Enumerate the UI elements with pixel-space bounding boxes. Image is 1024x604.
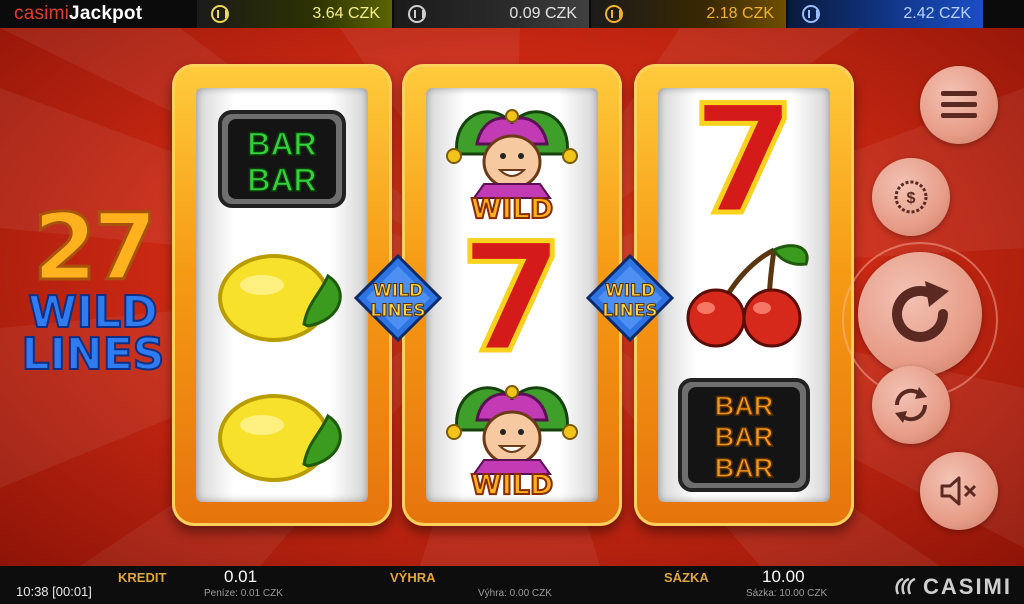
badge-lines-text: LINES xyxy=(370,301,425,321)
coin-icon xyxy=(211,5,229,23)
win-label: VÝHRA xyxy=(390,570,436,585)
bar-text: BAR xyxy=(715,453,774,483)
credit-value: 0.01 xyxy=(224,567,258,586)
reel-window: WILD 7 WILD xyxy=(426,88,598,502)
hamburger-icon xyxy=(941,91,977,118)
seven-text: 7 xyxy=(460,232,564,362)
sound-muted-icon xyxy=(940,476,977,506)
credit-sub: Peníze: 0.01 CZK xyxy=(204,588,283,599)
autoplay-button[interactable] xyxy=(872,366,950,444)
symbol-seven: 7 xyxy=(426,228,598,366)
badge-wild-text: WILD xyxy=(373,281,423,301)
bet-sub: Sázka: 10.00 CZK xyxy=(746,588,828,599)
wild-lines-badge-right: WILD LINES xyxy=(586,254,674,342)
symbol-lemon xyxy=(196,226,368,364)
title-wild: WILD xyxy=(27,287,158,338)
casimi-logo: CASIMI xyxy=(895,574,1012,600)
seven-text: 7 xyxy=(692,94,796,224)
jackpot-2-value: 0.09 CZK xyxy=(509,5,577,22)
casimi-logo-text: CASIMI xyxy=(923,574,1012,599)
title-lines: LINES xyxy=(21,329,166,380)
wild-lines-badge-left: WILD LINES xyxy=(354,254,442,342)
svg-text:$: $ xyxy=(907,190,916,207)
bar-text: BAR xyxy=(247,126,316,162)
symbol-lemon xyxy=(196,366,368,502)
brand-logo: casimi Jackpot xyxy=(0,0,195,28)
jackpot-4: 2.42 CZK xyxy=(788,0,983,28)
jackpot-1-value: 3.64 CZK xyxy=(312,5,380,22)
symbol-cherries xyxy=(658,226,830,364)
spin-button[interactable] xyxy=(858,252,982,376)
bar-text: BAR xyxy=(247,162,316,198)
title-number: 27 xyxy=(31,194,158,301)
clock: 10:38 [00:01] xyxy=(16,584,92,599)
brand-part-2: Jackpot xyxy=(69,3,143,24)
win-sub: Výhra: 0.00 CZK xyxy=(478,588,552,599)
coin-icon xyxy=(408,5,426,23)
bet-value[interactable]: 10.00 xyxy=(762,567,805,587)
coin-icon xyxy=(605,5,623,23)
symbol-bar-bar: BAR BAR xyxy=(196,90,368,228)
coin-value-button[interactable]: $ xyxy=(872,158,950,236)
symbol-wild-joker: WILD xyxy=(426,90,598,228)
credit-label: KREDIT xyxy=(118,570,167,585)
menu-button[interactable] xyxy=(920,66,998,144)
game-stage: 27 WILD LINES BAR BAR WILD 7 WILD 7 BAR … xyxy=(0,28,1024,566)
jackpot-3-value: 2.18 CZK xyxy=(706,5,774,22)
brand-part-1: casimi xyxy=(14,3,70,24)
sound-button[interactable] xyxy=(920,452,998,530)
spin-arrow-icon xyxy=(892,281,949,342)
casimi-mark-icon xyxy=(895,578,916,595)
badge-lines-text: LINES xyxy=(602,301,657,321)
badge-wild-text: WILD xyxy=(605,281,655,301)
reel-window: 7 BAR BAR BAR xyxy=(658,88,830,502)
symbol-wild-joker: WILD xyxy=(426,366,598,502)
bet-label: SÁZKA xyxy=(664,570,709,585)
coin-icon xyxy=(802,5,820,23)
symbol-bar-bar-bar: BAR BAR BAR xyxy=(658,366,830,502)
jackpot-2: 0.09 CZK xyxy=(394,0,589,28)
wild-text: WILD xyxy=(471,192,553,224)
jackpot-4-value: 2.42 CZK xyxy=(903,5,971,22)
jackpot-1: 3.64 CZK xyxy=(197,0,392,28)
jackpot-3: 2.18 CZK xyxy=(591,0,786,28)
game-title: 27 WILD LINES xyxy=(18,194,168,380)
bar-text: BAR xyxy=(715,422,774,452)
dollar-coin-icon: $ xyxy=(894,180,928,214)
autoplay-icon xyxy=(894,387,928,423)
jackpot-bar: casimi Jackpot 3.64 CZK 0.09 CZK 2.18 CZK… xyxy=(0,0,1024,28)
reel-window: BAR BAR xyxy=(196,88,368,502)
wild-text: WILD xyxy=(471,468,553,500)
status-bar: 10:38 [00:01] KREDIT 0.01 Peníze: 0.01 C… xyxy=(0,566,1024,604)
bar-text: BAR xyxy=(715,391,774,421)
symbol-seven: 7 xyxy=(658,90,830,228)
